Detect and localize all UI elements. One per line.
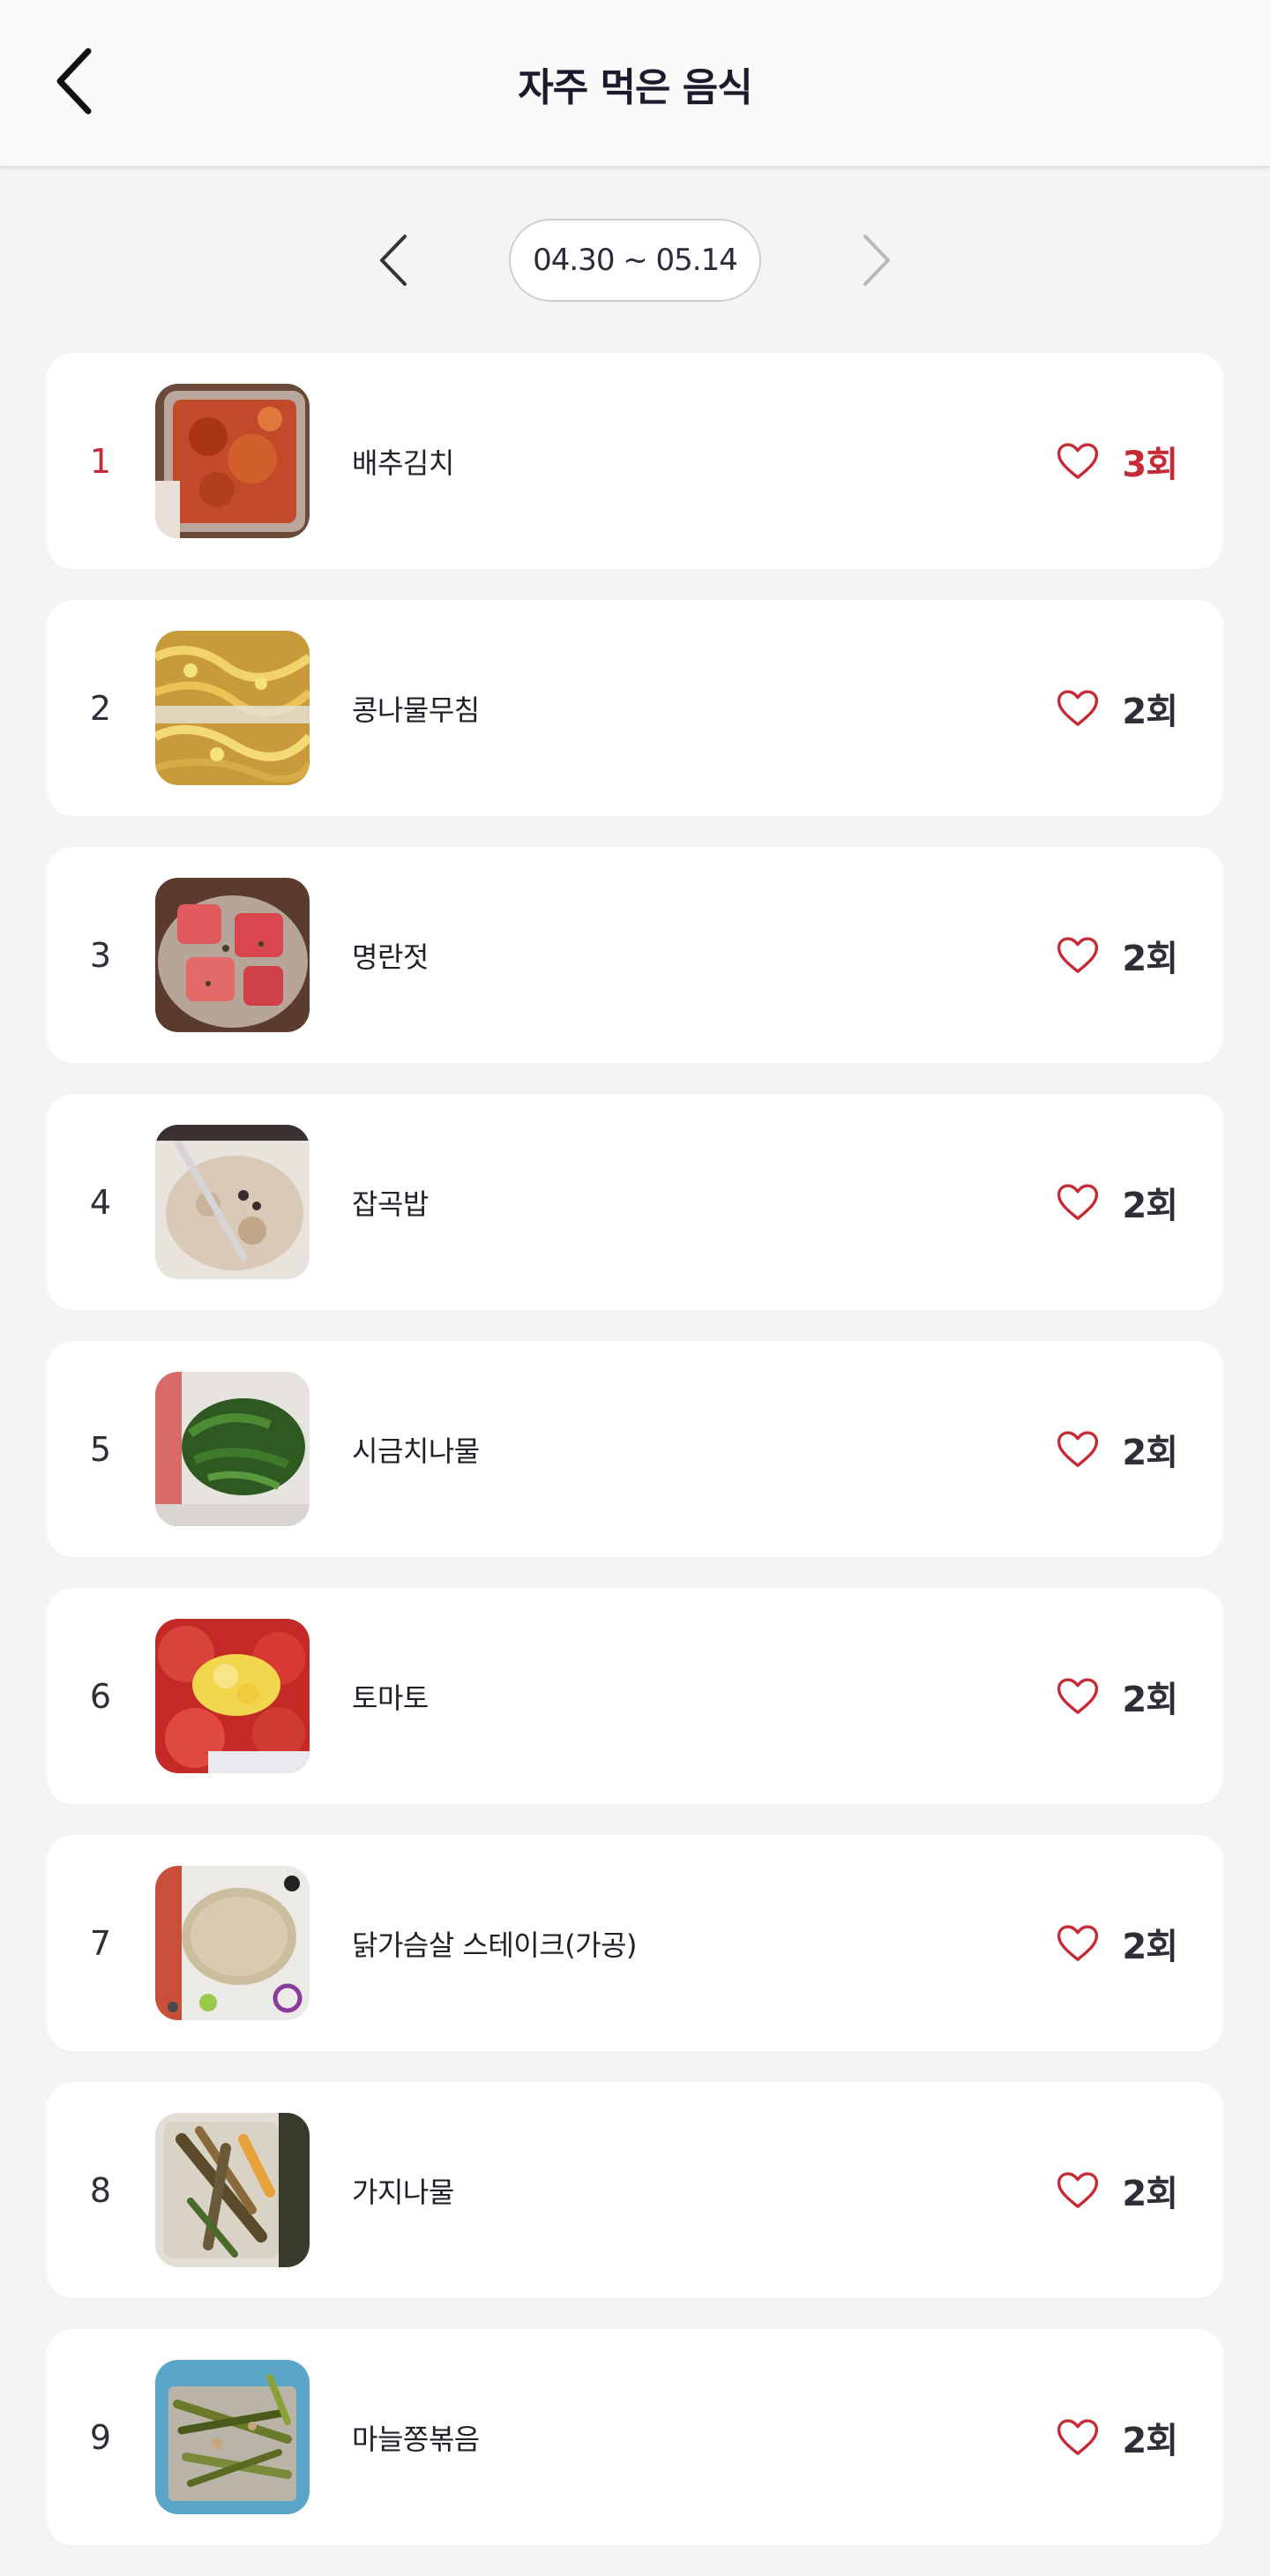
rank-number: 1 — [89, 441, 112, 481]
page-title: 자주 먹은 음식 — [518, 65, 753, 110]
heart-outline-icon[interactable] — [1054, 1919, 1102, 1966]
chevron-right-icon — [863, 235, 890, 286]
heart-outline-icon[interactable] — [1054, 684, 1102, 731]
eat-count: 2회 — [1122, 2173, 1178, 2214]
list-item[interactable]: 4 잡곡밥 2회 — [47, 1094, 1223, 1310]
heart-outline-icon[interactable] — [1054, 931, 1102, 978]
food-thumbnail — [155, 1866, 310, 2020]
rank-number: 8 — [89, 2170, 112, 2210]
date-range-label[interactable]: 04.30 ~ 05.14 — [509, 219, 761, 302]
eat-count: 2회 — [1122, 1185, 1178, 1226]
food-thumbnail — [155, 1619, 310, 1773]
rank-number: 7 — [89, 1923, 112, 1963]
heart-outline-icon[interactable] — [1054, 2413, 1102, 2460]
rank-number: 9 — [89, 2417, 112, 2457]
heart-outline-icon[interactable] — [1054, 1672, 1102, 1719]
previous-period-button[interactable] — [353, 221, 432, 300]
date-navigation: 04.30 ~ 05.14 — [0, 216, 1270, 304]
eat-count: 2회 — [1122, 691, 1178, 732]
eat-count: 2회 — [1122, 1926, 1178, 1967]
food-thumbnail — [155, 631, 310, 785]
food-thumbnail — [155, 1125, 310, 1279]
heart-outline-icon[interactable] — [1054, 2166, 1102, 2213]
food-name: 콩나물무침 — [352, 693, 480, 727]
list-item[interactable]: 5 시금치나물 2회 — [47, 1341, 1223, 1557]
eat-count: 3회 — [1122, 444, 1178, 485]
list-item[interactable]: 7 닭가슴살 스테이크(가공) 2회 — [47, 1835, 1223, 2051]
chevron-left-icon — [56, 48, 92, 115]
app-header: 자주 먹은 음식 — [0, 0, 1270, 168]
list-item[interactable]: 8 가지나물 2회 — [47, 2082, 1223, 2298]
food-name: 잡곡밥 — [352, 1187, 429, 1221]
heart-outline-icon[interactable] — [1054, 1425, 1102, 1472]
chevron-left-icon — [380, 235, 407, 286]
heart-outline-icon[interactable] — [1054, 1178, 1102, 1225]
food-thumbnail — [155, 1372, 310, 1526]
list-item[interactable]: 1 배추김치 3회 — [47, 353, 1223, 569]
food-name: 마늘쫑볶음 — [352, 2422, 480, 2456]
food-name: 배추김치 — [352, 446, 454, 480]
heart-outline-icon[interactable] — [1054, 437, 1102, 484]
list-item[interactable]: 9 마늘쫑볶음 2회 — [47, 2329, 1223, 2545]
eat-count: 2회 — [1122, 1679, 1178, 1720]
eat-count: 2회 — [1122, 1432, 1178, 1473]
rank-number: 6 — [89, 1676, 112, 1716]
rank-number: 5 — [89, 1429, 112, 1469]
food-name: 시금치나물 — [352, 1434, 480, 1468]
frequent-food-list: 1 배추김치 3회 2 콩나물무침 2회 3 명란젓 2회 4 잡곡밥 2회 5… — [47, 353, 1223, 2576]
rank-number: 3 — [89, 935, 112, 975]
food-name: 명란젓 — [352, 940, 429, 974]
food-name: 토마토 — [352, 1681, 429, 1715]
list-item[interactable]: 6 토마토 2회 — [47, 1588, 1223, 1804]
food-thumbnail — [155, 2113, 310, 2267]
next-period-button[interactable] — [838, 221, 917, 300]
eat-count: 2회 — [1122, 938, 1178, 979]
food-thumbnail — [155, 384, 310, 538]
eat-count: 2회 — [1122, 2420, 1178, 2461]
rank-number: 4 — [89, 1182, 112, 1222]
list-item[interactable]: 3 명란젓 2회 — [47, 847, 1223, 1063]
rank-number: 2 — [89, 688, 112, 728]
food-name: 닭가슴살 스테이크(가공) — [352, 1928, 638, 1962]
list-item[interactable]: 2 콩나물무침 2회 — [47, 600, 1223, 816]
food-thumbnail — [155, 2360, 310, 2514]
food-name: 가지나물 — [352, 2175, 454, 2209]
back-button[interactable] — [51, 37, 148, 125]
food-thumbnail — [155, 878, 310, 1032]
